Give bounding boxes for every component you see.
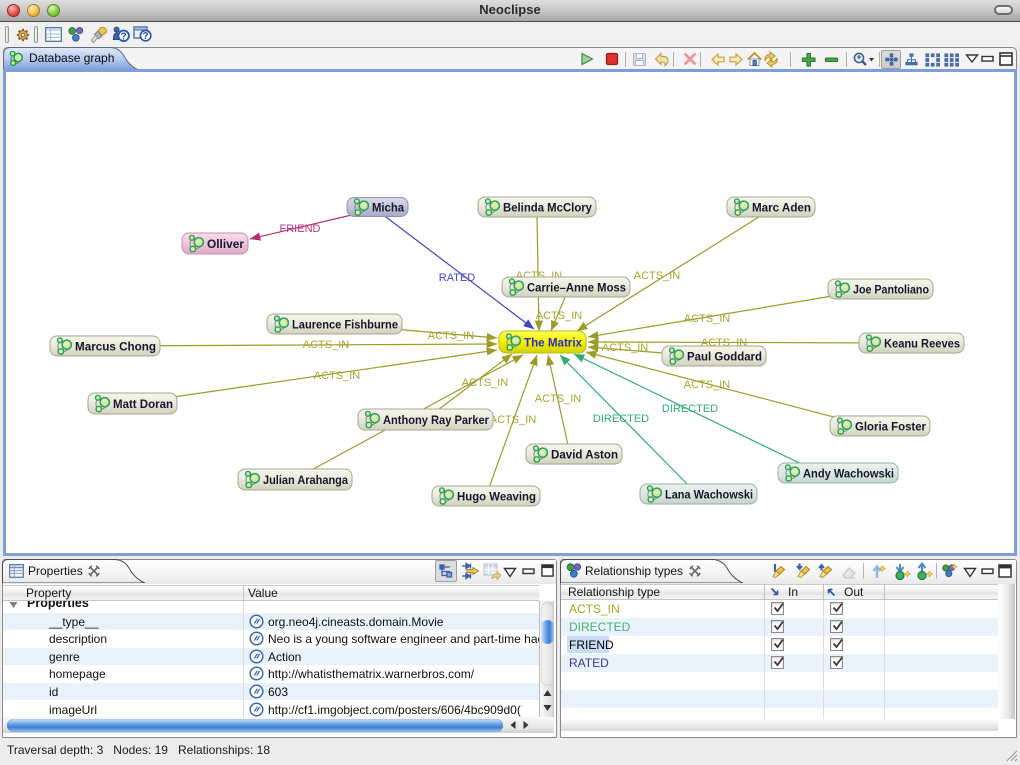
svg-text:Micha: Micha [372,201,404,215]
svg-text:Carrie–Anne Moss: Carrie–Anne Moss [527,281,626,295]
svg-text:Matt Doran: Matt Doran [113,397,173,411]
svg-text:DIRECTED: DIRECTED [662,403,718,415]
svg-text:ACTS_IN: ACTS_IN [536,310,583,322]
svg-text:ACTS_IN: ACTS_IN [602,342,649,354]
svg-text:The Matrix: The Matrix [524,336,582,350]
svg-text:ACTS_IN: ACTS_IN [428,330,475,342]
svg-text:David Aston: David Aston [551,448,618,462]
svg-text:Belinda McClory: Belinda McClory [503,201,592,215]
svg-text:Anthony Ray Parker: Anthony Ray Parker [383,413,489,427]
svg-text:ACTS_IN: ACTS_IN [684,313,731,325]
svg-text:Lana Wachowski: Lana Wachowski [665,488,753,502]
svg-text:Marc Aden: Marc Aden [752,201,811,215]
svg-text:ACTS_IN: ACTS_IN [684,379,731,391]
svg-text:Laurence Fishburne: Laurence Fishburne [292,318,398,332]
svg-text:ACTS_IN: ACTS_IN [303,339,350,351]
svg-text:?: ? [120,31,126,43]
svg-text:ACTS_IN: ACTS_IN [535,393,582,405]
svg-text:Gloria Foster: Gloria Foster [855,420,926,434]
svg-text:?: ? [143,31,149,42]
svg-text:Joe Pantoliano: Joe Pantoliano [853,283,929,297]
svg-text:Marcus Chong: Marcus Chong [75,340,156,354]
svg-text:Keanu Reeves: Keanu Reeves [884,337,960,351]
svg-text:RATED: RATED [439,272,476,284]
svg-text:ACTS_IN: ACTS_IN [490,414,537,426]
svg-text:Paul Goddard: Paul Goddard [687,350,762,364]
svg-text:Julian Arahanga: Julian Arahanga [263,473,348,487]
svg-text:Hugo Weaving: Hugo Weaving [457,490,536,504]
svg-text:ACTS_IN: ACTS_IN [314,370,361,382]
svg-text:Olliver: Olliver [207,237,244,251]
svg-text:FRIEND: FRIEND [280,223,321,235]
svg-text:Andy Wachowski: Andy Wachowski [803,467,894,481]
svg-text:ACTS_IN: ACTS_IN [462,377,509,389]
svg-text:DIRECTED: DIRECTED [593,413,649,425]
svg-text:ACTS_IN: ACTS_IN [634,270,681,282]
